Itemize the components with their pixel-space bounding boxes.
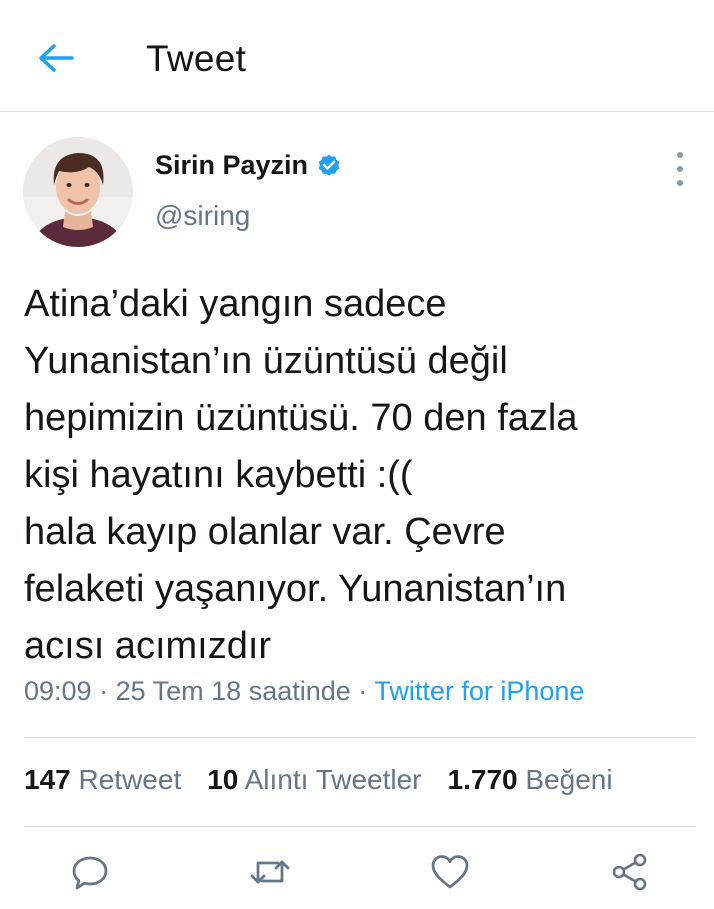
quote-label: Alıntı Tweetler — [244, 764, 422, 795]
share-icon — [612, 853, 647, 891]
divider — [24, 826, 696, 827]
user-handle[interactable]: @siring — [155, 200, 250, 232]
display-name[interactable]: Sirin Payzin — [155, 150, 308, 181]
quote-stat[interactable]: 10 Alıntı Tweetler — [207, 764, 421, 796]
tweet-text: Atina’daki yangın sadece Yunanistan’ın ü… — [24, 283, 578, 667]
retweet-stat[interactable]: 147 Retweet — [24, 764, 181, 796]
back-button[interactable] — [36, 38, 76, 78]
like-button[interactable] — [428, 850, 472, 894]
arrow-left-icon — [39, 44, 74, 72]
reply-button[interactable] — [68, 850, 112, 894]
like-icon — [431, 855, 469, 889]
like-stat[interactable]: 1.770 Beğeni — [448, 764, 613, 796]
reply-icon — [72, 856, 108, 890]
retweet-count: 147 — [24, 764, 71, 795]
dot — [677, 180, 683, 186]
tweet-source-link[interactable]: Twitter for iPhone — [374, 676, 584, 706]
tweet-date: 25 Tem 18 saatinde — [115, 676, 351, 706]
meta-separator: · — [99, 676, 109, 706]
top-bar: Tweet — [0, 0, 714, 112]
author-name-row[interactable]: Sirin Payzin — [155, 150, 342, 181]
tweet-stats: 147 Retweet 10 Alıntı Tweetler 1.770 Beğ… — [24, 764, 639, 796]
page-title: Tweet — [146, 38, 247, 79]
retweet-button[interactable] — [248, 850, 292, 894]
tweet-meta: 09:09 · 25 Tem 18 saatinde · Twitter for… — [24, 676, 584, 707]
share-button[interactable] — [608, 850, 652, 894]
dot — [677, 152, 683, 158]
retweet-label: Retweet — [78, 764, 182, 795]
like-count: 1.770 — [447, 764, 518, 795]
tweet-time: 09:09 — [24, 676, 92, 706]
dot — [677, 166, 683, 172]
verified-badge-icon — [318, 154, 340, 176]
more-options-button[interactable] — [668, 152, 692, 186]
retweet-icon — [250, 860, 290, 884]
action-bar — [0, 850, 714, 900]
divider — [24, 737, 696, 738]
profile-photo — [23, 137, 133, 247]
avatar[interactable] — [23, 137, 133, 247]
meta-separator: · — [358, 676, 368, 706]
like-label: Beğeni — [525, 764, 613, 795]
quote-count: 10 — [207, 764, 239, 795]
